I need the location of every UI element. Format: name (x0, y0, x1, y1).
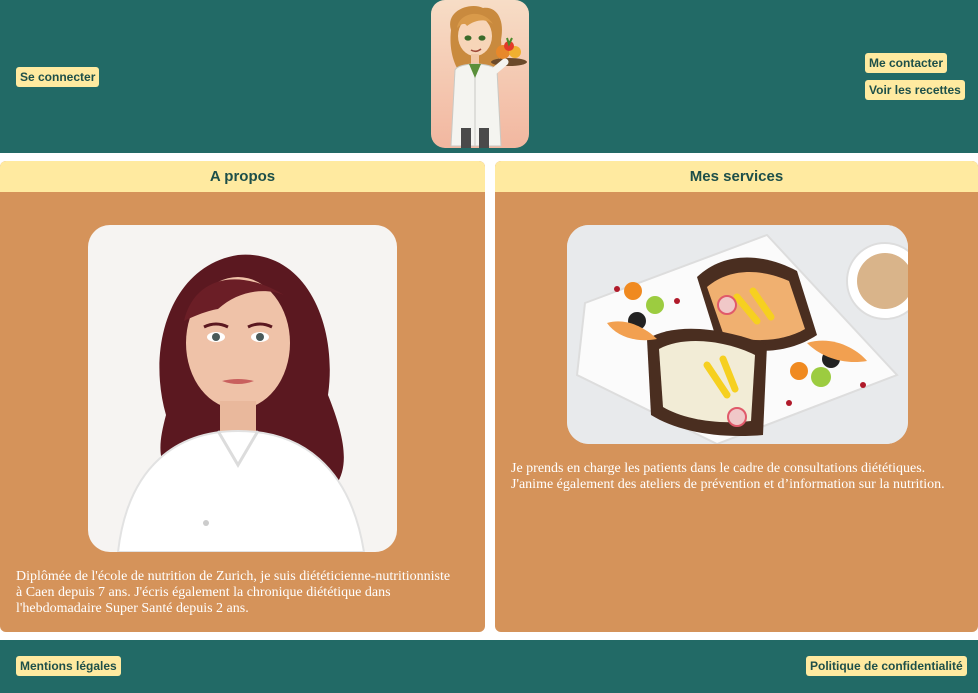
legal-notice-link[interactable]: Mentions légales (16, 656, 121, 676)
services-card: Mes services Je prends en charge les pat… (495, 161, 978, 632)
login-button[interactable]: Se connecter (16, 67, 100, 87)
site-footer: Mentions légales Politique de confidenti… (0, 640, 978, 693)
logo (431, 0, 529, 148)
contact-button[interactable]: Me contacter (865, 53, 948, 73)
privacy-policy-link[interactable]: Politique de confidentialité (806, 656, 967, 676)
services-text: Je prends en charge les patients dans le… (511, 461, 945, 492)
dietitian-portrait (88, 225, 397, 552)
about-text: Diplômée de l'école de nutrition de Zuri… (16, 569, 451, 616)
services-title: Mes services (495, 161, 978, 192)
recipes-button[interactable]: Voir les recettes (865, 80, 965, 100)
about-title: A propos (0, 161, 485, 192)
chef-character-logo (450, 6, 527, 148)
about-card: A propos Diplômée de l'école de nutritio… (0, 161, 485, 632)
food-plate-photo (567, 225, 908, 444)
site-header: Se connecter Me contacter Voir les recet… (0, 0, 978, 153)
